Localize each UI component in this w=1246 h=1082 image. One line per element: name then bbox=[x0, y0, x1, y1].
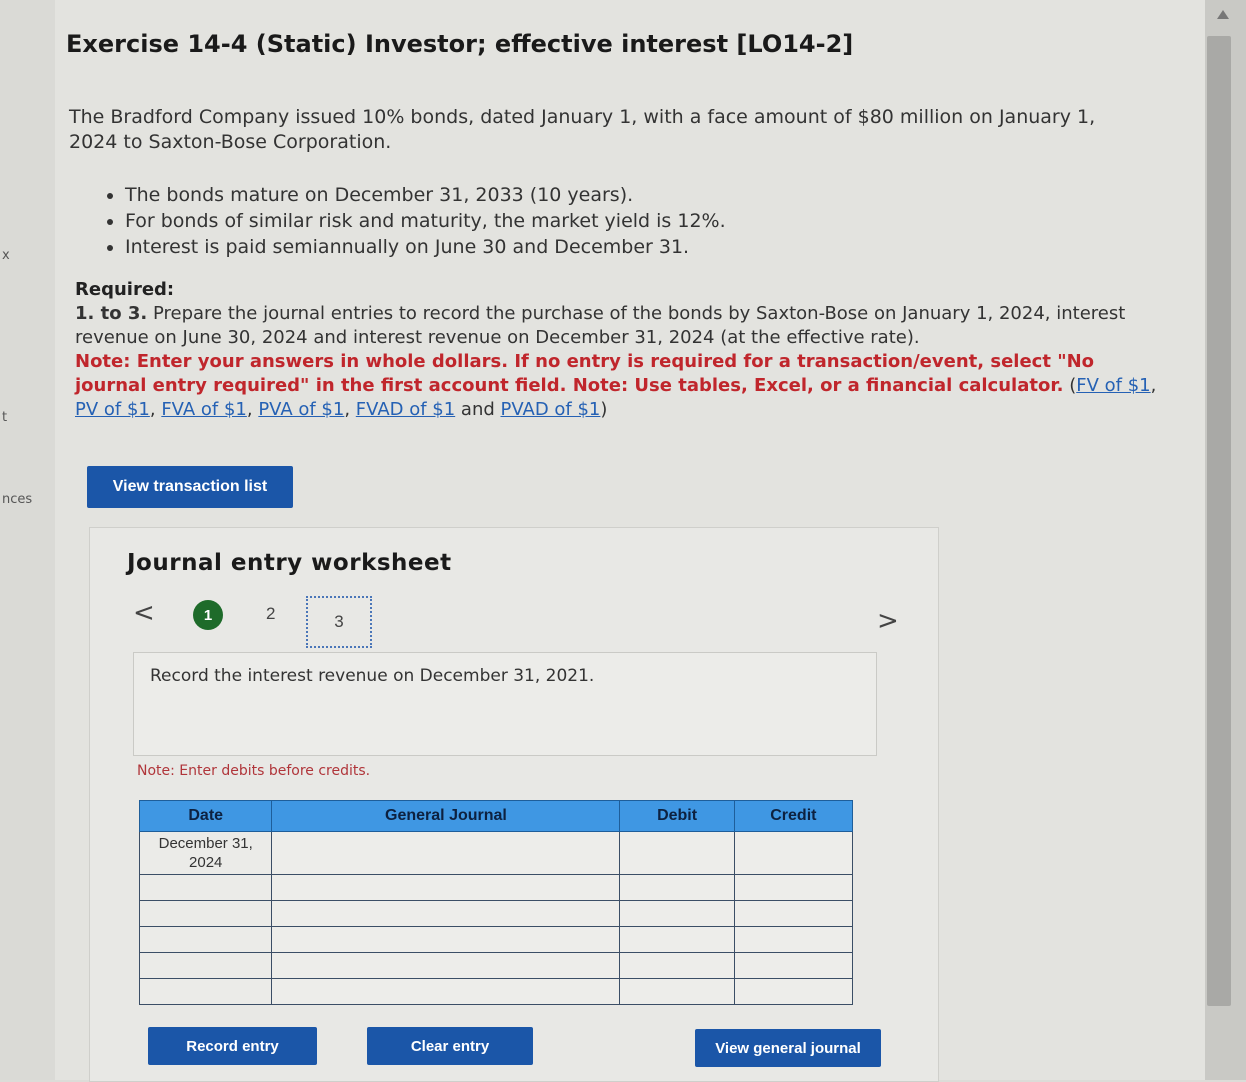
account-field[interactable] bbox=[271, 952, 621, 979]
table-header-row: Date General Journal Debit Credit bbox=[138, 800, 854, 832]
account-select[interactable] bbox=[272, 832, 619, 874]
credit-field[interactable] bbox=[733, 874, 854, 901]
link-pv[interactable]: PV of $1 bbox=[75, 399, 150, 420]
link-pvad[interactable]: PVAD of $1 bbox=[501, 399, 601, 420]
credit-field[interactable] bbox=[733, 900, 854, 927]
left-gutter: x t nces bbox=[0, 0, 55, 1080]
date-cell bbox=[138, 926, 273, 953]
required-section: Required: 1. to 3. Prepare the journal e… bbox=[75, 278, 1165, 422]
header-credit: Credit bbox=[733, 800, 854, 832]
required-lead: 1. to 3. bbox=[75, 303, 148, 324]
scroll-thumb[interactable] bbox=[1207, 36, 1231, 1006]
account-field[interactable] bbox=[271, 874, 621, 901]
gutter-nav-references[interactable]: nces bbox=[2, 492, 32, 507]
link-fvad[interactable]: FVAD of $1 bbox=[356, 399, 455, 420]
table-row: December 31, 2024 bbox=[138, 831, 854, 875]
clear-entry-button[interactable]: Clear entry bbox=[367, 1027, 533, 1065]
step-2[interactable]: 2 bbox=[266, 604, 275, 624]
link-pva[interactable]: PVA of $1 bbox=[258, 399, 344, 420]
vertical-scrollbar[interactable] bbox=[1205, 0, 1246, 1080]
account-field[interactable] bbox=[271, 900, 621, 927]
required-note: Note: Enter your answers in whole dollar… bbox=[75, 351, 1157, 420]
table-row bbox=[138, 978, 854, 1005]
table-row bbox=[138, 874, 854, 901]
list-item: Interest is paid semiannually on June 30… bbox=[125, 234, 1025, 260]
step-3[interactable]: 3 bbox=[306, 596, 372, 648]
debit-input[interactable] bbox=[620, 832, 733, 874]
record-entry-button[interactable]: Record entry bbox=[148, 1027, 317, 1065]
worksheet-note: Note: Enter debits before credits. bbox=[137, 763, 371, 779]
account-field[interactable] bbox=[271, 978, 621, 1005]
list-item: For bonds of similar risk and maturity, … bbox=[125, 208, 1025, 234]
date-cell bbox=[138, 900, 273, 927]
debit-field[interactable] bbox=[619, 874, 735, 901]
scroll-up-icon[interactable] bbox=[1217, 10, 1229, 19]
debit-field[interactable] bbox=[619, 831, 735, 875]
table-row bbox=[138, 952, 854, 979]
view-transaction-list-button[interactable]: View transaction list bbox=[87, 466, 293, 508]
account-field[interactable] bbox=[271, 926, 621, 953]
credit-field[interactable] bbox=[733, 926, 854, 953]
debit-field[interactable] bbox=[619, 978, 735, 1005]
next-icon[interactable]: > bbox=[877, 606, 899, 636]
gutter-label: t bbox=[2, 410, 8, 425]
date-cell bbox=[138, 978, 273, 1005]
view-general-journal-button[interactable]: View general journal bbox=[695, 1029, 881, 1067]
required-heading: Required: bbox=[75, 279, 175, 300]
date-cell: December 31, 2024 bbox=[138, 831, 273, 875]
table-row bbox=[138, 900, 854, 927]
worksheet-title: Journal entry worksheet bbox=[127, 550, 452, 576]
date-cell bbox=[138, 952, 273, 979]
required-body: Prepare the journal entries to record th… bbox=[75, 303, 1126, 348]
instruction-text: Record the interest revenue on December … bbox=[150, 666, 595, 686]
step-1[interactable]: 1 bbox=[193, 600, 223, 630]
header-debit: Debit bbox=[619, 800, 735, 832]
header-general-journal: General Journal bbox=[271, 800, 621, 832]
list-item: The bonds mature on December 31, 2033 (1… bbox=[125, 182, 1025, 208]
debit-field[interactable] bbox=[619, 952, 735, 979]
link-fv[interactable]: FV of $1 bbox=[1076, 375, 1150, 396]
header-date: Date bbox=[138, 800, 273, 832]
exercise-title: Exercise 14-4 (Static) Investor; effecti… bbox=[66, 30, 854, 58]
exercise-intro: The Bradford Company issued 10% bonds, d… bbox=[69, 106, 1096, 153]
debit-field[interactable] bbox=[619, 926, 735, 953]
required-text: 1. to 3. Prepare the journal entries to … bbox=[75, 302, 1165, 350]
credit-field[interactable] bbox=[733, 978, 854, 1005]
prev-icon[interactable]: < bbox=[133, 598, 155, 628]
required-note-text: Note: Enter your answers in whole dollar… bbox=[75, 351, 1095, 396]
debit-field[interactable] bbox=[619, 900, 735, 927]
link-fva[interactable]: FVA of $1 bbox=[161, 399, 247, 420]
credit-field[interactable] bbox=[733, 831, 854, 875]
credit-input[interactable] bbox=[735, 832, 852, 874]
table-row bbox=[138, 926, 854, 953]
gutter-label: x bbox=[2, 248, 10, 263]
date-cell bbox=[138, 874, 273, 901]
facts-list: The bonds mature on December 31, 2033 (1… bbox=[100, 182, 1025, 260]
credit-field[interactable] bbox=[733, 952, 854, 979]
account-field[interactable] bbox=[271, 831, 621, 875]
journal-table: Date General Journal Debit Credit Decemb… bbox=[138, 800, 854, 1005]
